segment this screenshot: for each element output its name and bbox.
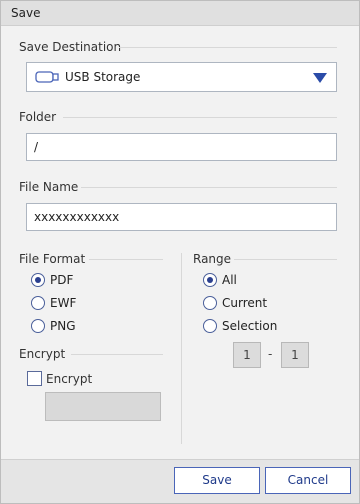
divider (71, 354, 163, 355)
format-option-label: PDF (50, 273, 74, 287)
range-separator: - (268, 347, 273, 361)
folder-field[interactable]: / (26, 133, 337, 161)
format-option-png[interactable]: PNG (31, 319, 76, 333)
usb-drive-icon (35, 70, 59, 84)
range-to-field: 1 (281, 342, 309, 368)
radio-button[interactable] (31, 296, 45, 310)
range-option-current[interactable]: Current (203, 296, 267, 310)
radio-button[interactable] (203, 273, 217, 287)
radio-button[interactable] (31, 273, 45, 287)
range-from-field: 1 (233, 342, 261, 368)
range-option-label: Selection (222, 319, 278, 333)
divider (119, 47, 337, 48)
range-option-selection[interactable]: Selection (203, 319, 277, 333)
save-destination-dropdown[interactable]: USB Storage (26, 62, 337, 92)
radio-button[interactable] (203, 296, 217, 310)
file-name-label: File Name (19, 180, 79, 194)
save-destination-label: Save Destination (19, 40, 122, 54)
save-dialog: Save Save Destination USB Storage Folder… (0, 0, 360, 504)
encrypt-checkbox-label: Encrypt (46, 372, 93, 386)
format-option-ewf[interactable]: EWF (31, 296, 76, 310)
column-divider (181, 253, 182, 444)
save-button[interactable]: Save (174, 467, 260, 494)
dropdown-arrow-icon[interactable] (313, 73, 327, 83)
password-field (45, 392, 161, 421)
format-option-label: PNG (50, 319, 76, 333)
range-option-label: Current (222, 296, 268, 310)
divider (89, 259, 163, 260)
encrypt-section-label: Encrypt (19, 347, 66, 361)
radio-button[interactable] (31, 319, 45, 333)
save-destination-value: USB Storage (65, 70, 141, 84)
range-label: Range (193, 252, 232, 266)
cancel-button[interactable]: Cancel (265, 467, 351, 494)
encrypt-checkbox[interactable] (27, 371, 42, 386)
divider (81, 187, 337, 188)
format-option-pdf[interactable]: PDF (31, 273, 73, 287)
dialog-title: Save (1, 1, 359, 26)
file-name-field[interactable]: xxxxxxxxxxxx (26, 203, 337, 231)
format-option-label: EWF (50, 296, 77, 310)
file-format-label: File Format (19, 252, 86, 266)
range-option-label: All (222, 273, 237, 287)
radio-button[interactable] (203, 319, 217, 333)
folder-label: Folder (19, 110, 57, 124)
divider (63, 117, 337, 118)
range-option-all[interactable]: All (203, 273, 237, 287)
divider (234, 259, 337, 260)
